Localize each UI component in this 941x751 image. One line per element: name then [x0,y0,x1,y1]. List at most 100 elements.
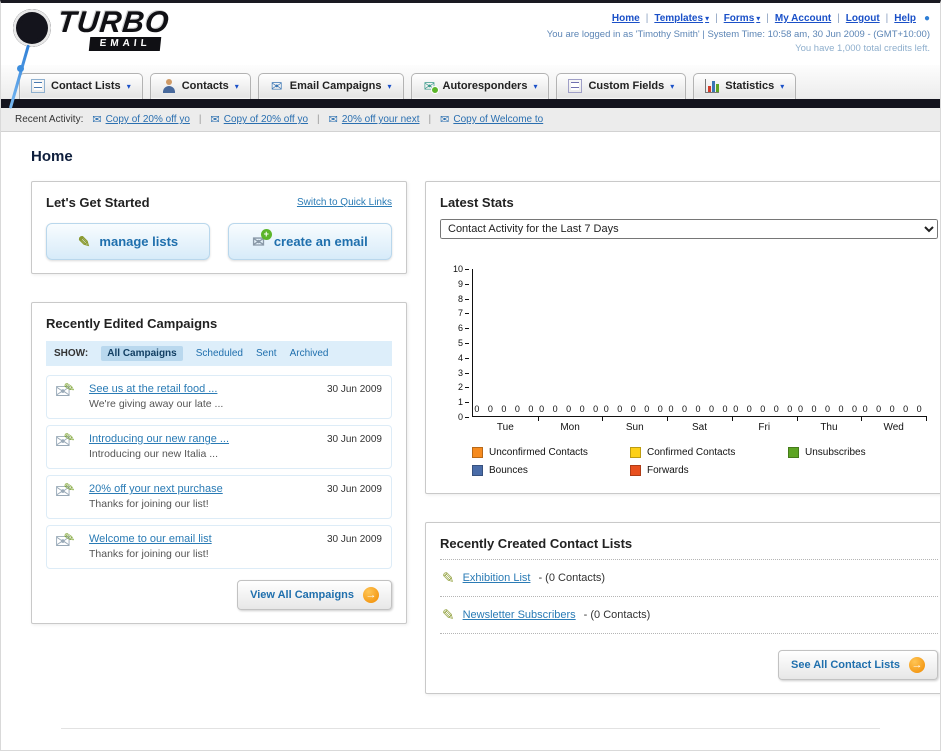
custom-fields-icon [568,79,583,93]
separator: | [317,114,320,125]
campaign-link[interactable]: Introducing our new range ... [89,433,229,445]
email-campaigns-icon: ✉ [270,78,283,94]
chart-group: 0 0 0 0 0 Sat [667,269,733,433]
latest-stats-panel: Latest Stats Contact Activity for the La… [425,181,940,494]
contact-lists-items: ✎ Exhibition List - (0 Contacts) ✎ Newsl… [440,559,938,634]
main-content: Home Let's Get Started Switch to Quick L… [1,132,940,750]
recent-activity-item[interactable]: ✉ Copy of Welcome to [440,113,543,126]
main-nav: Contact Lists ▾ Contacts ▾ ✉ Email Campa… [1,65,940,99]
credits-info: You have 1,000 total credits left. [795,43,930,54]
get-started-panel: Let's Get Started Switch to Quick Links … [31,181,407,274]
statistics-icon [705,79,720,93]
switch-quick-links-link[interactable]: Switch to Quick Links [297,197,392,208]
app-logo: TURBO EMAIL [8,6,172,109]
separator: | [198,114,202,125]
nav-tab-email-campaigns[interactable]: ✉ Email Campaigns ▾ [257,73,404,99]
chart-legend: Unconfirmed Contacts Confirmed Contacts Un… [472,447,938,476]
contact-list-count: - (0 Contacts) [538,572,606,584]
page-title: Home [31,148,73,165]
envelope-icon: ✉ [440,114,450,126]
chart-group: 0 0 0 0 0 Sun [602,269,668,433]
nav-tab-contact-lists[interactable]: Contact Lists ▾ [19,73,143,99]
envelope-icon: ✉ [328,114,338,126]
envelope-pencil-icon: ✉ ✎ [55,479,77,503]
contact-list-link[interactable]: Newsletter Subscribers [463,609,576,621]
tab-all-campaigns[interactable]: All Campaigns [101,346,183,361]
view-all-campaigns-button[interactable]: View All Campaigns → [237,580,392,610]
see-all-contact-lists-button[interactable]: See All Contact Lists → [777,650,938,680]
logo-text: TURBO EMAIL [55,6,172,51]
top-link-help[interactable]: Help [894,13,916,24]
contact-activity-chart: 10 9 8 7 6 5 4 3 2 1 0 0 0 0 0 0 Tue 0 0 0 0 0 Mon 0 0… [453,264,927,433]
pencil-icon: ✎ [442,607,455,624]
chart-groups: 0 0 0 0 0 Tue 0 0 0 0 0 Mon 0 0 0 0 0 Sun 0 0 … [472,269,927,433]
contact-lists-icon [31,79,45,93]
top-link-my-account[interactable]: My Account [775,13,831,24]
campaigns-list: ✉ ✎ See us at the retail food ... We're g… [46,375,392,569]
get-started-title: Let's Get Started [46,195,150,210]
top-link-logout[interactable]: Logout [846,13,880,24]
separator: | [428,114,432,125]
contact-list-link[interactable]: Exhibition List [463,572,531,584]
chart-y-axis: 10 9 8 7 6 5 4 3 2 1 0 [452,264,470,422]
tab-scheduled[interactable]: Scheduled [196,348,243,359]
manage-lists-button[interactable]: ✎ manage lists [46,223,210,260]
separator: | [645,13,649,24]
contacts-icon [162,79,176,93]
campaign-link[interactable]: 20% off your next purchase [89,483,223,495]
top-link-forms[interactable]: Forms ▾ [724,13,761,24]
tab-archived[interactable]: Archived [290,348,329,359]
campaign-date: 30 Jun 2009 [326,384,382,395]
contact-list-count: - (0 Contacts) [583,609,651,621]
speedometer-icon [8,9,51,109]
campaign-date: 30 Jun 2009 [326,434,382,445]
campaign-row: ✉ ✎ Welcome to our email list Thanks for … [46,525,392,569]
legend-item: Bounces [472,465,622,476]
plus-icon: + [260,228,272,240]
top-link-templates[interactable]: Templates ▾ [654,13,709,24]
nav-divider-bar [1,99,940,108]
contact-lists-title: Recently Created Contact Lists [440,536,633,551]
campaign-link[interactable]: Welcome to our email list [89,533,212,545]
chevron-down-icon: ▾ [705,14,710,23]
latest-stats-title: Latest Stats [440,195,514,210]
nav-tab-contacts[interactable]: Contacts ▾ [149,73,251,99]
nav-tab-statistics[interactable]: Statistics ▾ [693,73,797,99]
speedometer-dot [17,65,24,72]
chart-group: 0 0 0 0 0 Thu [797,269,863,433]
campaign-subtitle: We're giving away our late ... [89,398,224,410]
campaigns-filter-bar: SHOW: All Campaigns Scheduled Sent Archi… [46,341,392,366]
show-label: SHOW: [54,348,89,359]
campaign-date: 30 Jun 2009 [326,484,382,495]
separator: | [766,13,769,24]
recent-activity-item[interactable]: ✉ Copy of 20% off yo [211,113,309,126]
chevron-down-icon: ▾ [780,81,785,91]
help-dot-icon: ● [923,13,930,24]
recent-activity-label: Recent Activity: [15,114,84,125]
campaign-row: ✉ ✎ See us at the retail food ... We're g… [46,375,392,419]
recent-activity-item[interactable]: ✉ 20% off your next [329,113,420,126]
login-info: You are logged in as 'Timothy Smith' | S… [546,29,930,40]
create-email-button[interactable]: ✉ + create an email [228,223,392,260]
stats-range-select[interactable]: Contact Activity for the Last 7 Days [440,219,938,239]
recent-activity-item[interactable]: ✉ Copy of 20% off yo [92,113,190,126]
legend-item: Forwards [630,465,780,476]
autoresponders-icon: ✉ [423,78,439,94]
logo-main: TURBO [56,6,172,39]
nav-tab-custom-fields[interactable]: Custom Fields ▾ [556,73,687,99]
separator: | [885,13,889,24]
arrow-right-icon: → [909,657,925,673]
chevron-down-icon: ▾ [126,81,131,91]
campaign-row: ✉ ✎ 20% off your next purchase Thanks for… [46,475,392,519]
campaign-link[interactable]: See us at the retail food ... [89,383,217,395]
top-link-home[interactable]: Home [612,13,640,24]
nav-tab-autoresponders[interactable]: ✉ Autoresponders ▾ [410,73,550,99]
legend-item: Unconfirmed Contacts [472,447,622,458]
header: TURBO EMAIL Home | Templates ▾ | Forms ▾ |… [1,3,940,109]
legend-item: Unsubscribes [788,447,938,458]
contact-list-item: ✎ Exhibition List - (0 Contacts) [440,560,938,597]
chevron-down-icon: ▾ [533,81,538,91]
tab-sent[interactable]: Sent [256,348,277,359]
recent-activity-bar: Recent Activity: ✉ Copy of 20% off yo | … [1,108,940,132]
envelope-icon: ✉ [92,114,102,126]
